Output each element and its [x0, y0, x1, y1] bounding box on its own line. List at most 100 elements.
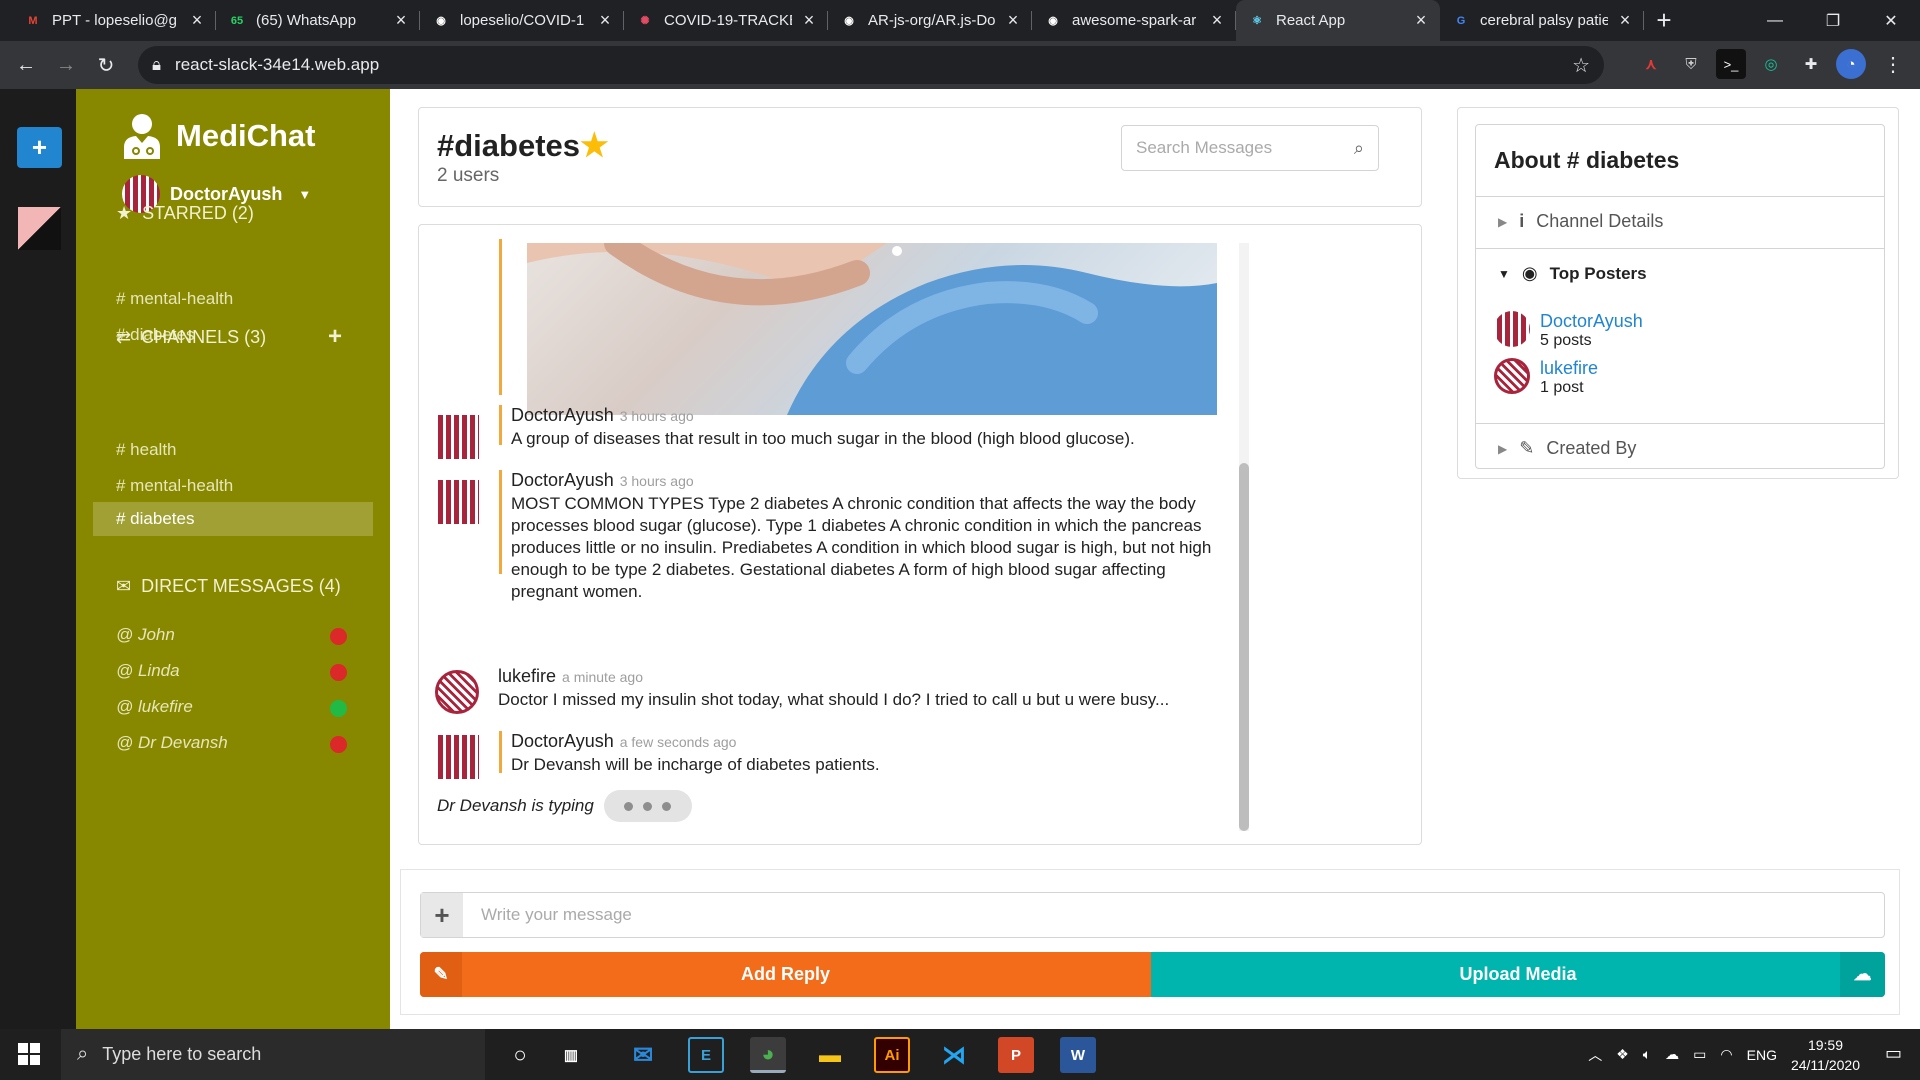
close-tab-icon[interactable]: ×: [1618, 10, 1632, 31]
created-by-label: Created By: [1546, 438, 1637, 458]
github-icon: ◉: [436, 15, 446, 27]
notification-icon[interactable]: ▭: [1885, 1043, 1902, 1064]
poster-count: 1 post: [1540, 379, 1584, 396]
illustrator-icon[interactable]: Ai: [874, 1037, 910, 1073]
poster-name[interactable]: lukefire: [1540, 358, 1598, 379]
browser-tab[interactable]: ✺ COVID-19-TRACKE ×: [624, 0, 828, 41]
cortana-icon[interactable]: ○: [502, 1037, 538, 1073]
message-item: DoctorAyush a few seconds ago Dr Devansh …: [511, 731, 1231, 776]
lock-icon: 🔒︎: [152, 55, 162, 74]
message-author[interactable]: DoctorAyush: [511, 731, 614, 751]
shield-extension-icon[interactable]: ⛨: [1676, 49, 1706, 79]
accordion-channel-details[interactable]: ▶ i Channel Details: [1476, 196, 1884, 248]
close-tab-icon[interactable]: ×: [1210, 10, 1224, 31]
windows-start-icon[interactable]: [18, 1043, 40, 1065]
file-explorer-icon[interactable]: ▬: [812, 1037, 848, 1073]
chrome-app-icon[interactable]: ◕: [750, 1037, 786, 1073]
github-icon: ◉: [1048, 15, 1058, 27]
browser-tab[interactable]: ◉ AR-js-org/AR.js-Do ×: [828, 0, 1032, 41]
react-icon: ⚛: [1252, 15, 1262, 27]
channel-item-health[interactable]: # health: [116, 440, 177, 460]
new-tab-icon[interactable]: +: [1644, 0, 1684, 41]
message-item: lukefire a minute ago Doctor I missed my …: [498, 666, 1218, 711]
taskbar-search[interactable]: ⌕ Type here to search: [61, 1029, 485, 1080]
browser-tab[interactable]: 65 (65) WhatsApp ×: [216, 0, 420, 41]
search-input[interactable]: Search Messages ⌕: [1121, 125, 1379, 171]
code-app-icon[interactable]: E: [688, 1037, 724, 1073]
add-channel-icon[interactable]: +: [328, 323, 342, 351]
restore-icon[interactable]: ❐: [1804, 0, 1862, 41]
channel-item-mental-health[interactable]: # mental-health: [116, 476, 233, 496]
add-workspace-button[interactable]: +: [17, 127, 62, 168]
close-tab-icon[interactable]: ×: [802, 10, 816, 31]
messages-panel[interactable]: DoctorAyush 3 hours ago A group of diseas…: [418, 224, 1422, 845]
message-input[interactable]: + Write your message: [420, 892, 1885, 938]
close-tab-icon[interactable]: ×: [190, 10, 204, 31]
wifi-icon[interactable]: ◠: [1720, 1046, 1732, 1063]
mail-app-icon[interactable]: ✉: [625, 1037, 661, 1073]
browser-tab-title: (65) WhatsApp: [256, 12, 357, 29]
accordion-top-posters[interactable]: ▼ ◉ Top Posters DoctorAyush 5 posts lukef…: [1476, 248, 1884, 423]
profile-avatar-icon[interactable]: ◔: [1836, 49, 1866, 79]
message-image[interactable]: [527, 243, 1217, 415]
message-author[interactable]: DoctorAyush: [511, 405, 614, 425]
browser-tab[interactable]: ⚛ React App ×: [1236, 0, 1440, 41]
add-icon[interactable]: +: [421, 893, 463, 937]
language-indicator[interactable]: ENG: [1747, 1047, 1777, 1063]
message-avatar: [435, 670, 479, 714]
scrollbar-thumb[interactable]: [1239, 463, 1249, 831]
message-text: Doctor I missed my insulin shot today, w…: [498, 690, 1170, 709]
messages-scrollbar[interactable]: [1239, 243, 1249, 831]
puzzle-extensions-icon[interactable]: ✚: [1796, 49, 1826, 79]
close-tab-icon[interactable]: ×: [1414, 10, 1428, 31]
address-bar[interactable]: 🔒︎ react-slack-34e14.web.app ☆: [138, 46, 1604, 84]
word-icon[interactable]: W: [1060, 1037, 1096, 1073]
poster-name[interactable]: DoctorAyush: [1540, 311, 1643, 332]
browser-tab[interactable]: ◉ lopeselio/COVID-1 ×: [420, 0, 624, 41]
message-author[interactable]: lukefire: [498, 666, 556, 686]
message-author[interactable]: DoctorAyush: [511, 470, 614, 490]
grammarly-extension-icon[interactable]: ◎: [1756, 49, 1786, 79]
dm-item-john[interactable]: @ John: [116, 625, 175, 645]
forward-icon[interactable]: →: [46, 45, 86, 85]
close-tab-icon[interactable]: ×: [1006, 10, 1020, 31]
upload-media-button[interactable]: Upload Media ☁: [1151, 952, 1885, 997]
pdf-extension-icon[interactable]: ⋏: [1636, 49, 1666, 79]
dm-item-lukefire[interactable]: @ lukefire: [116, 697, 193, 717]
search-icon: ⌕: [77, 1043, 89, 1065]
close-tab-icon[interactable]: ×: [598, 10, 612, 31]
volume-icon[interactable]: 🔈︎: [1643, 1046, 1651, 1063]
powerpoint-icon[interactable]: P: [998, 1037, 1034, 1073]
star-favorite-icon[interactable]: ★: [580, 127, 609, 163]
vscode-icon[interactable]: ⋊: [936, 1037, 972, 1073]
channel-item-diabetes[interactable]: # diabetes: [93, 502, 373, 536]
dropbox-icon[interactable]: ❖: [1616, 1046, 1629, 1063]
accordion-created-by[interactable]: ▶ ✎ Created By: [1476, 423, 1884, 469]
minimize-icon[interactable]: —: [1746, 0, 1804, 41]
battery-icon[interactable]: ▭: [1693, 1046, 1706, 1063]
close-window-icon[interactable]: ✕: [1862, 0, 1920, 41]
color-theme-swatch[interactable]: [18, 207, 61, 250]
close-tab-icon[interactable]: ×: [394, 10, 408, 31]
browser-tab[interactable]: Gcerebral palsy patie ×: [1440, 0, 1644, 41]
browser-tab[interactable]: ◉ awesome-spark-ar ×: [1032, 0, 1236, 41]
add-reply-button[interactable]: ✎ Add Reply: [420, 952, 1151, 997]
reload-icon[interactable]: ↻: [86, 45, 126, 85]
chevron-up-icon[interactable]: ︿: [1588, 1045, 1602, 1065]
terminal-extension-icon[interactable]: >_: [1716, 49, 1746, 79]
browser-tab[interactable]: M PPT - lopeselio@g ×: [12, 0, 216, 41]
upload-media-label: Upload Media: [1459, 964, 1577, 984]
bookmark-star-icon[interactable]: ☆: [1572, 53, 1590, 78]
back-icon[interactable]: ←: [6, 45, 46, 85]
clock[interactable]: 19:59 24/11/2020: [1791, 1035, 1860, 1075]
task-view-icon[interactable]: ▥: [553, 1037, 589, 1073]
starred-item-mental-health[interactable]: # mental-health: [116, 289, 233, 309]
typing-text: Dr Devansh is typing: [437, 796, 594, 815]
dm-item-dr-devansh[interactable]: @ Dr Devansh: [116, 733, 228, 753]
browser-tab-title: awesome-spark-ar: [1072, 12, 1197, 29]
browser-menu-icon[interactable]: ⋮: [1878, 49, 1908, 79]
dm-item-linda[interactable]: @ Linda: [116, 661, 180, 681]
cloud-icon[interactable]: ☁: [1665, 1046, 1679, 1063]
status-dot-offline: [330, 628, 347, 645]
channel-header: #diabetes★ 2 users Search Messages ⌕: [418, 107, 1422, 207]
